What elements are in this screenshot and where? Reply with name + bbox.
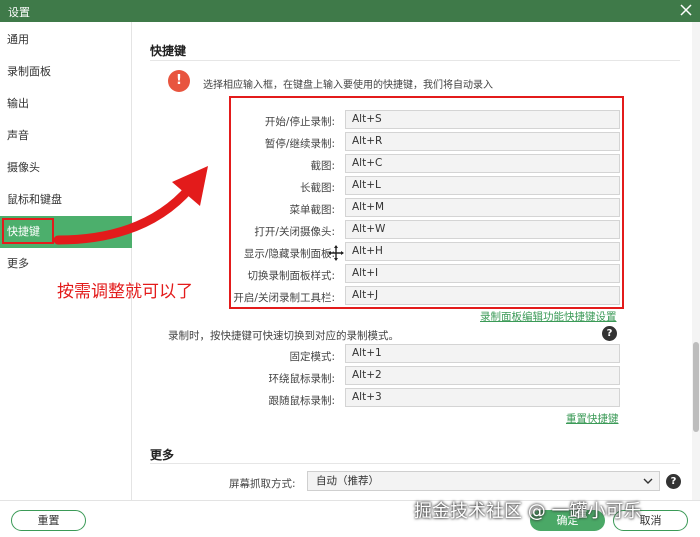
sidebar-item-sound[interactable]: 声音	[0, 120, 132, 152]
capture-method-value: 自动（推荐）	[316, 475, 379, 487]
sidebar-item-label: 更多	[7, 257, 29, 270]
settings-content: 快捷键 ! 选择相应输入框，在键盘上输入要使用的快捷键，我们将自动录入 开始/停…	[133, 22, 692, 500]
shortcut-label: 暂停/继续录制:	[264, 138, 335, 150]
sidebar-item-record-panel[interactable]: 录制面板	[0, 56, 132, 88]
exclamation-icon: !	[168, 70, 190, 92]
scrollbar[interactable]	[692, 22, 700, 500]
sidebar-item-more[interactable]: 更多	[0, 248, 132, 280]
shortcut-input-menu-screenshot[interactable]: Alt+M	[345, 198, 620, 217]
sidebar-item-general[interactable]: 通用	[0, 24, 132, 56]
question-icon[interactable]: ?	[666, 474, 681, 489]
shortcut-input-toggle-panel[interactable]: Alt+H	[345, 242, 620, 261]
shortcut-input-panel-style[interactable]: Alt+I	[345, 264, 620, 283]
shortcut-input-pause-resume[interactable]: Alt+R	[345, 132, 620, 151]
annotation-arrow	[53, 166, 208, 245]
sidebar-item-label: 录制面板	[7, 65, 51, 78]
shortcut-label: 固定模式:	[289, 351, 335, 363]
sidebar-item-output[interactable]: 输出	[0, 88, 132, 120]
move-cursor-icon	[328, 245, 344, 261]
panel-shortcut-settings-link[interactable]: 录制面板编辑功能快捷键设置	[480, 309, 617, 324]
sidebar: 通用 录制面板 输出 声音 摄像头 鼠标和键盘 快捷键 更多	[0, 22, 132, 500]
shortcut-input-around-mouse[interactable]: Alt+2	[345, 366, 620, 385]
mode-hint: 录制时，按快捷键可快速切换到对应的录制模式。	[168, 330, 399, 342]
shortcut-label: 开始/停止录制:	[264, 116, 335, 128]
shortcut-input-long-screenshot[interactable]: Alt+L	[345, 176, 620, 195]
divider	[150, 463, 680, 464]
shortcut-input-follow-mouse[interactable]: Alt+3	[345, 388, 620, 407]
section-title-shortcuts: 快捷键	[150, 44, 187, 58]
scrollbar-thumb[interactable]	[693, 342, 699, 432]
shortcut-input-start-stop[interactable]: Alt+S	[345, 110, 620, 129]
reset-button[interactable]: 重置	[11, 510, 86, 531]
shortcut-input-fixed-mode[interactable]: Alt+1	[345, 344, 620, 363]
shortcut-label: 环绕鼠标录制:	[268, 373, 335, 385]
shortcut-input-screenshot[interactable]: Alt+C	[345, 154, 620, 173]
capture-method-label: 屏幕抓取方式:	[229, 478, 296, 490]
sidebar-item-label: 通用	[7, 33, 29, 46]
title-bar: 设置	[0, 0, 700, 22]
divider	[150, 60, 680, 61]
reset-shortcuts-link[interactable]: 重置快捷键	[566, 411, 619, 426]
shortcut-label: 跟随鼠标录制:	[268, 395, 335, 407]
close-icon[interactable]	[678, 2, 694, 18]
annotation-highlight-box	[2, 218, 54, 244]
shortcut-input-toggle-camera[interactable]: Alt+W	[345, 220, 620, 239]
window-title: 设置	[8, 6, 30, 19]
capture-method-select[interactable]: 自动（推荐）	[307, 471, 660, 491]
shortcut-hint: 选择相应输入框，在键盘上输入要使用的快捷键，我们将自动录入	[203, 80, 493, 91]
sidebar-item-label: 输出	[7, 97, 29, 110]
shortcut-input-toolbar[interactable]: Alt+J	[345, 286, 620, 305]
sidebar-item-label: 摄像头	[7, 161, 40, 174]
watermark: 掘金技术社区 @ 一罐小可乐	[414, 501, 642, 522]
section-title-more: 更多	[150, 448, 175, 462]
annotation-text: 按需调整就可以了	[57, 282, 193, 302]
sidebar-item-label: 声音	[7, 129, 29, 142]
question-icon[interactable]: ?	[602, 326, 617, 341]
chevron-down-icon	[643, 478, 653, 484]
